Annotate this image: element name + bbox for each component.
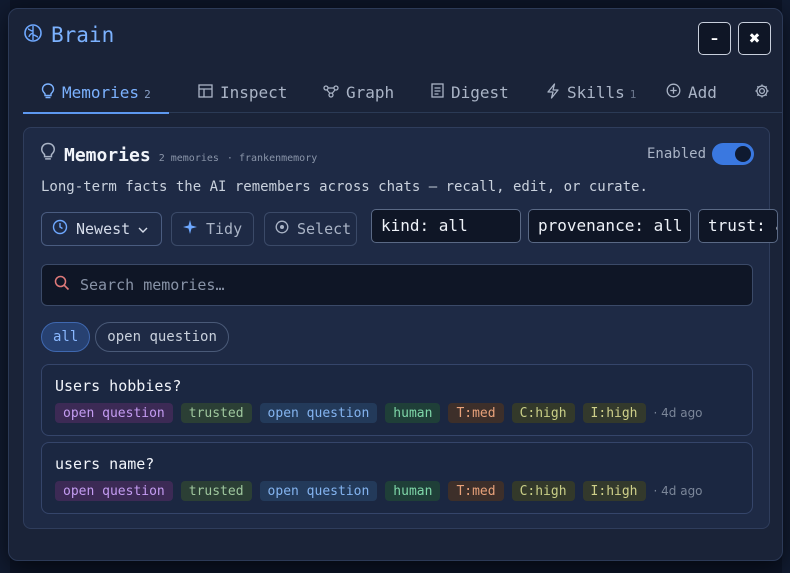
tab-memories-count: 2	[144, 88, 151, 101]
memory-age: · 4d ago	[653, 484, 703, 498]
tab-inspect-label: Inspect	[220, 83, 288, 102]
trust-filter[interactable]: trust: all	[698, 209, 778, 243]
tag-provenance: human	[385, 481, 441, 501]
memory-title: Users hobbies?	[55, 377, 182, 395]
search-placeholder: Search memories…	[80, 276, 225, 294]
tab-skills-label: Skills	[567, 83, 625, 102]
kind-chips: all open question	[41, 322, 229, 352]
tag-i-score: I:high	[582, 481, 646, 501]
target-icon	[275, 220, 289, 238]
memory-title: users name?	[55, 455, 155, 473]
close-button[interactable]: ✖	[738, 22, 771, 55]
tag-c-score: C:high	[511, 481, 575, 501]
select-button[interactable]: Select	[264, 212, 357, 246]
sort-dropdown[interactable]: Newest	[41, 212, 162, 246]
memory-tags: open question trusted open question huma…	[55, 481, 703, 501]
memory-tags: open question trusted open question huma…	[55, 403, 703, 423]
tab-graph[interactable]: Graph	[323, 73, 394, 112]
enabled-toggle[interactable]	[712, 143, 754, 165]
tab-memories[interactable]: Memories 2	[23, 73, 169, 114]
search-icon	[54, 275, 70, 295]
brand: Brain	[23, 23, 114, 47]
tag-kind: open question	[55, 481, 173, 501]
tag-trust: trusted	[180, 403, 252, 423]
tag-c-score: C:high	[511, 403, 575, 423]
table-icon	[198, 83, 213, 102]
sort-label: Newest	[76, 220, 131, 238]
bolt-icon	[546, 82, 560, 103]
tidy-label: Tidy	[206, 220, 243, 238]
enabled-label: Enabled	[647, 146, 707, 162]
minimize-icon: –	[711, 30, 718, 47]
tab-graph-label: Graph	[346, 83, 395, 102]
tab-digest-label: Digest	[451, 83, 509, 102]
memory-age: · 4d ago	[653, 406, 703, 420]
tab-digest[interactable]: Digest	[431, 73, 509, 112]
memories-title: Memories	[64, 145, 151, 166]
memories-header: Memories 2 memories · frankenmemory	[40, 142, 317, 166]
chip-open-question[interactable]: open question	[95, 322, 229, 352]
tab-skills[interactable]: Skills 1	[546, 73, 636, 112]
sparkle-icon	[182, 219, 198, 239]
tab-skills-count: 1	[629, 88, 637, 101]
memories-description: Long-term facts the AI remembers across …	[41, 179, 648, 195]
provenance-filter[interactable]: provenance: all	[528, 209, 691, 243]
tag-type: open question	[259, 481, 378, 501]
tab-add[interactable]: Add	[666, 73, 717, 112]
chevron-down-icon	[138, 220, 148, 238]
tag-t-score: T:med	[448, 481, 504, 501]
gear-icon	[754, 83, 770, 103]
lightbulb-icon	[40, 142, 56, 165]
memories-count: 2 memories	[158, 153, 219, 164]
tab-inspect[interactable]: Inspect	[198, 73, 287, 112]
tag-i-score: I:high	[582, 403, 646, 423]
graph-icon	[323, 83, 339, 102]
chip-all[interactable]: all	[41, 322, 91, 352]
tag-provenance: human	[385, 403, 441, 423]
clock-icon	[52, 219, 68, 239]
memories-source: · frankenmemory	[226, 153, 318, 164]
tab-memories-label: Memories	[62, 83, 140, 102]
minimize-button[interactable]: –	[698, 22, 731, 55]
tag-kind: open question	[55, 403, 173, 423]
tag-type: open question	[259, 403, 378, 423]
tab-settings[interactable]	[754, 73, 770, 112]
app-title: Brain	[51, 23, 115, 47]
tag-t-score: T:med	[448, 403, 504, 423]
plus-circle-icon	[666, 83, 681, 102]
brain-icon	[23, 23, 43, 47]
memory-item[interactable]: users name? open question trusted open q…	[41, 442, 753, 514]
search-input[interactable]: Search memories…	[41, 264, 753, 306]
tidy-button[interactable]: Tidy	[171, 212, 254, 246]
close-icon: ✖	[748, 30, 761, 47]
toggle-knob	[735, 146, 751, 162]
brain-window: Brain – ✖ Memories 2 Inspect Graph Diges…	[8, 8, 783, 561]
tab-add-label: Add	[688, 83, 717, 102]
kind-filter[interactable]: kind: all	[371, 209, 521, 243]
lightbulb-icon	[41, 82, 55, 103]
memories-card: Memories 2 memories · frankenmemory Enab…	[23, 127, 778, 529]
tag-trust: trusted	[180, 481, 252, 501]
background-edge-right	[782, 0, 790, 573]
memory-item[interactable]: Users hobbies? open question trusted ope…	[41, 364, 753, 436]
title-bar: Brain – ✖	[9, 9, 782, 67]
select-label: Select	[297, 220, 352, 238]
document-icon	[431, 83, 444, 102]
tab-bar: Memories 2 Inspect Graph Digest Skills 1…	[23, 73, 782, 114]
